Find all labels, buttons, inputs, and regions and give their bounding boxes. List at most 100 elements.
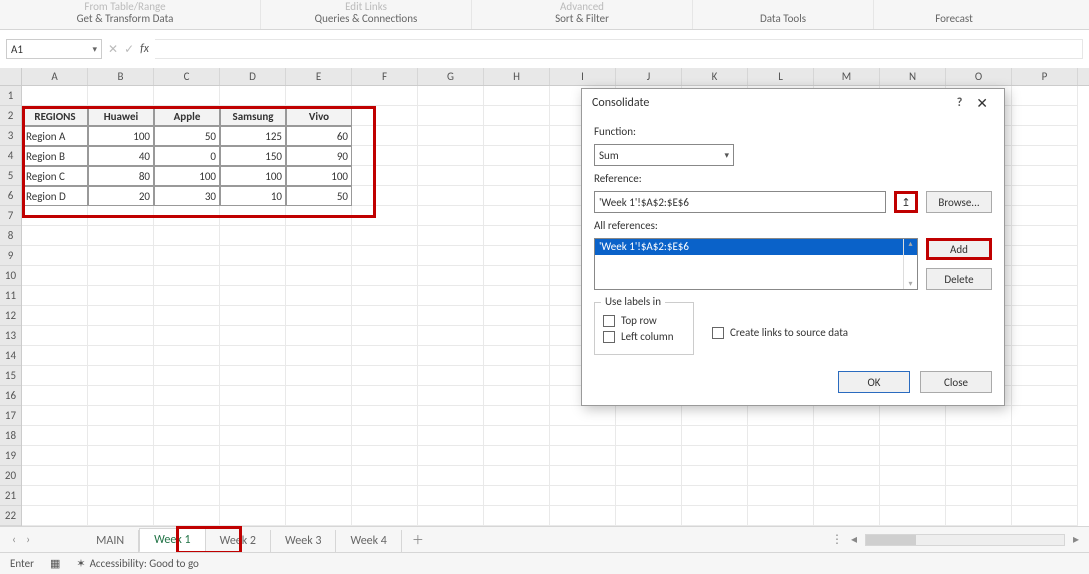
new-sheet-button[interactable]: ＋	[402, 527, 434, 552]
cell[interactable]	[220, 426, 286, 446]
cell[interactable]	[22, 446, 88, 466]
cell[interactable]	[220, 326, 286, 346]
cell[interactable]	[352, 486, 418, 506]
cell[interactable]	[484, 466, 550, 486]
cell[interactable]	[154, 206, 220, 226]
function-combo[interactable]: Sum ▾	[594, 144, 734, 166]
cell[interactable]	[484, 326, 550, 346]
cell[interactable]: 50	[154, 126, 220, 146]
cell[interactable]	[1012, 146, 1078, 166]
cell[interactable]	[22, 346, 88, 366]
cell[interactable]	[418, 346, 484, 366]
cell[interactable]: Region A	[22, 126, 88, 146]
scroll-left-icon[interactable]: ◂	[851, 532, 857, 547]
cell[interactable]	[286, 466, 352, 486]
column-header[interactable]: B	[88, 68, 154, 85]
cell[interactable]	[88, 226, 154, 246]
cell[interactable]: 100	[286, 166, 352, 186]
cell[interactable]	[286, 306, 352, 326]
sheet-tab-main[interactable]: MAIN	[82, 530, 139, 552]
cell[interactable]	[154, 426, 220, 446]
cell[interactable]: Samsung	[220, 106, 286, 126]
cell[interactable]	[352, 126, 418, 146]
cell[interactable]	[352, 86, 418, 106]
cell[interactable]: Region D	[22, 186, 88, 206]
accessibility-status[interactable]: ✶Accessibility: Good to go	[76, 557, 199, 570]
createlinks-checkbox[interactable]: Create links to source data	[712, 326, 848, 339]
sheet-tab-week-2[interactable]: Week 2	[206, 530, 271, 552]
row-header[interactable]: 1	[0, 86, 21, 106]
column-header[interactable]: F	[352, 68, 418, 85]
column-header[interactable]: L	[748, 68, 814, 85]
column-header[interactable]: N	[880, 68, 946, 85]
cell[interactable]	[286, 246, 352, 266]
cell[interactable]	[154, 446, 220, 466]
cell[interactable]: 100	[220, 166, 286, 186]
cell[interactable]	[352, 266, 418, 286]
cell[interactable]	[748, 426, 814, 446]
tab-prev-icon[interactable]: ‹	[12, 533, 16, 547]
cell[interactable]	[1012, 306, 1078, 326]
cell[interactable]: 125	[220, 126, 286, 146]
cell[interactable]	[484, 246, 550, 266]
cell[interactable]	[1012, 346, 1078, 366]
cell[interactable]: Apple	[154, 106, 220, 126]
cell[interactable]	[484, 166, 550, 186]
cell[interactable]	[550, 426, 616, 446]
row-header[interactable]: 14	[0, 346, 21, 366]
row-header[interactable]: 13	[0, 326, 21, 346]
cell[interactable]	[154, 246, 220, 266]
cell[interactable]	[484, 486, 550, 506]
cell[interactable]	[286, 326, 352, 346]
cell[interactable]	[88, 346, 154, 366]
cell[interactable]	[484, 306, 550, 326]
cell[interactable]: 20	[88, 186, 154, 206]
tab-menu-icon[interactable]: ⋮	[831, 532, 843, 547]
cell[interactable]	[484, 226, 550, 246]
row-header[interactable]: 18	[0, 426, 21, 446]
cell[interactable]	[220, 306, 286, 326]
row-header[interactable]: 21	[0, 486, 21, 506]
reference-input[interactable]: 'Week 1'!$A$2:$E$6	[594, 191, 886, 213]
cell[interactable]	[154, 326, 220, 346]
cell[interactable]	[616, 486, 682, 506]
cell[interactable]	[616, 446, 682, 466]
toprow-checkbox[interactable]: Top row	[603, 314, 685, 327]
cell[interactable]	[22, 86, 88, 106]
cell[interactable]	[418, 146, 484, 166]
row-header[interactable]: 7	[0, 206, 21, 226]
cell[interactable]	[88, 326, 154, 346]
cell[interactable]: Vivo	[286, 106, 352, 126]
cell[interactable]	[814, 446, 880, 466]
cell[interactable]	[220, 506, 286, 526]
cell[interactable]	[88, 366, 154, 386]
close-icon[interactable]: ✕	[970, 95, 994, 112]
cell[interactable]	[418, 326, 484, 346]
cell[interactable]	[352, 466, 418, 486]
row-header[interactable]: 12	[0, 306, 21, 326]
cell[interactable]	[1012, 126, 1078, 146]
cell[interactable]	[352, 446, 418, 466]
column-header[interactable]: D	[220, 68, 286, 85]
cell[interactable]	[1012, 506, 1078, 526]
cell[interactable]	[352, 166, 418, 186]
cell[interactable]	[550, 406, 616, 426]
row-header[interactable]: 4	[0, 146, 21, 166]
cell[interactable]	[352, 406, 418, 426]
row-header[interactable]: 8	[0, 226, 21, 246]
cell[interactable]	[418, 466, 484, 486]
cell[interactable]	[550, 446, 616, 466]
cell[interactable]	[22, 386, 88, 406]
cell[interactable]	[352, 146, 418, 166]
cell[interactable]	[814, 466, 880, 486]
cell[interactable]	[880, 446, 946, 466]
cell[interactable]	[220, 486, 286, 506]
row-header[interactable]: 10	[0, 266, 21, 286]
cell[interactable]	[352, 186, 418, 206]
cell[interactable]	[154, 406, 220, 426]
cell[interactable]	[286, 446, 352, 466]
cell[interactable]	[88, 266, 154, 286]
cell[interactable]	[220, 406, 286, 426]
cell[interactable]	[286, 406, 352, 426]
row-header[interactable]: 16	[0, 386, 21, 406]
